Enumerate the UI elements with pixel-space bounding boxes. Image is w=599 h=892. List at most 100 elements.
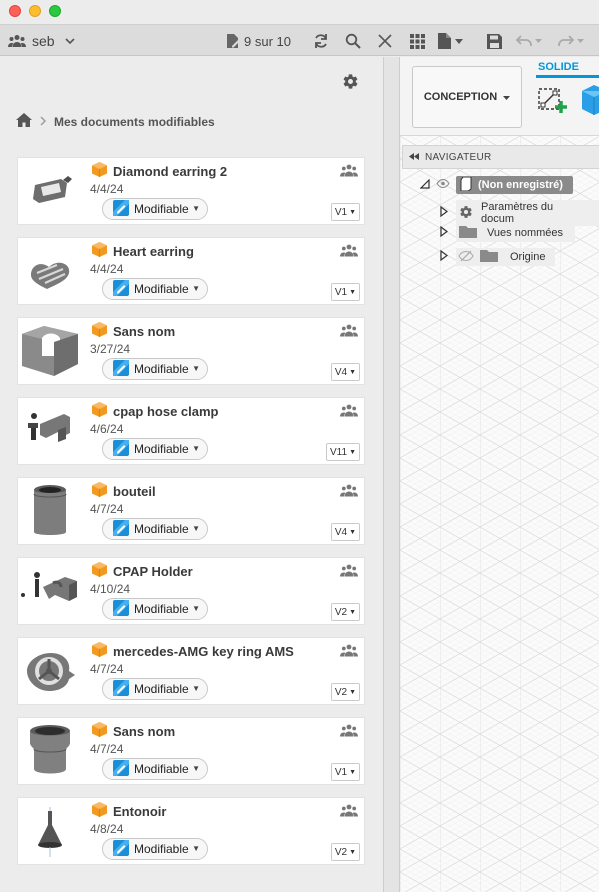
panel-splitter[interactable] — [383, 57, 400, 892]
version-dropdown[interactable]: V11 ▼ — [326, 443, 360, 461]
navigator-item-named-views[interactable]: Vues nommées — [440, 224, 576, 242]
status-dropdown[interactable]: Modifiable ▼ — [102, 358, 208, 380]
document-thumbnail[interactable] — [18, 158, 82, 224]
document-title[interactable]: bouteil — [113, 484, 156, 499]
document-title[interactable]: Sans nom — [113, 324, 175, 339]
chevron-down-icon: ▼ — [349, 608, 356, 616]
close-window-button[interactable] — [9, 5, 21, 17]
status-dropdown[interactable]: Modifiable ▼ — [102, 678, 208, 700]
tab-solide[interactable]: SOLIDE — [538, 61, 579, 73]
version-dropdown[interactable]: V1 ▼ — [330, 763, 360, 781]
document-title-row[interactable]: Entonoir — [92, 802, 166, 820]
document-title-row[interactable]: Diamond earring 2 — [92, 162, 227, 180]
chevron-down-icon: ▼ — [192, 844, 200, 853]
document-title[interactable]: Heart earring — [113, 244, 194, 259]
document-date: 4/10/24 — [90, 582, 131, 596]
grid-view-button[interactable] — [406, 25, 428, 57]
version-dropdown[interactable]: V1 ▼ — [330, 203, 360, 221]
refresh-button[interactable] — [310, 25, 332, 57]
document-card[interactable]: mercedes-AMG key ring AMS 4/7/24 Modifiabl… — [17, 637, 365, 705]
document-title-row[interactable]: bouteil — [92, 482, 156, 500]
version-dropdown[interactable]: V2 ▼ — [330, 843, 360, 861]
expand-triangle-icon[interactable] — [440, 225, 448, 240]
status-dropdown[interactable]: Modifiable ▼ — [102, 838, 208, 860]
document-card[interactable]: Sans nom 3/27/24 Modifiable ▼ V4 ▼ — [17, 317, 365, 385]
create-sketch-button[interactable] — [537, 83, 569, 120]
team-icon[interactable] — [340, 404, 358, 422]
document-date: 4/7/24 — [90, 662, 124, 676]
team-icon[interactable] — [340, 164, 358, 182]
document-title-row[interactable]: mercedes-AMG key ring AMS — [92, 642, 294, 660]
status-dropdown[interactable]: Modifiable ▼ — [102, 278, 208, 300]
create-box-button[interactable] — [580, 83, 599, 122]
document-title[interactable]: Diamond earring 2 — [113, 164, 227, 179]
version-dropdown[interactable]: V2 ▼ — [330, 603, 360, 621]
redo-button[interactable] — [558, 25, 584, 57]
team-icon[interactable] — [340, 324, 358, 342]
document-thumbnail[interactable] — [18, 478, 82, 544]
document-title[interactable]: Sans nom — [113, 724, 175, 739]
settings-button[interactable] — [342, 73, 359, 95]
zoom-window-button[interactable] — [49, 5, 61, 17]
navigator-item-parameters[interactable]: Paramètres du docum — [440, 200, 599, 226]
version-dropdown[interactable]: V4 ▼ — [330, 523, 360, 541]
collapse-icon[interactable] — [409, 152, 419, 163]
visibility-eye-icon[interactable] — [436, 178, 450, 191]
document-counter[interactable]: 9 sur 10 — [226, 25, 291, 57]
team-icon[interactable] — [340, 244, 358, 262]
expand-triangle-icon[interactable] — [440, 205, 448, 220]
document-card[interactable]: Entonoir 4/8/24 Modifiable ▼ V2 ▼ — [17, 797, 365, 865]
document-title-row[interactable]: CPAP Holder — [92, 562, 193, 580]
version-dropdown[interactable]: V2 ▼ — [330, 683, 360, 701]
minimize-window-button[interactable] — [29, 5, 41, 17]
version-dropdown[interactable]: V4 ▼ — [330, 363, 360, 381]
navigator-item-origin[interactable]: Origine — [440, 248, 556, 266]
team-icon[interactable] — [340, 804, 358, 822]
search-button[interactable] — [342, 25, 364, 57]
status-dropdown[interactable]: Modifiable ▼ — [102, 438, 208, 460]
document-thumbnail[interactable] — [18, 318, 82, 384]
root-component-chip[interactable]: (Non enregistré) — [456, 176, 573, 194]
team-icon[interactable] — [340, 564, 358, 582]
navigator-header[interactable]: NAVIGATEUR — [402, 145, 599, 169]
status-dropdown[interactable]: Modifiable ▼ — [102, 758, 208, 780]
workspace-switcher[interactable]: CONCEPTION — [412, 66, 522, 128]
document-card[interactable]: Diamond earring 2 4/4/24 Modifiable ▼ V1 ▼ — [17, 157, 365, 225]
document-thumbnail[interactable] — [18, 398, 82, 464]
document-title-row[interactable]: Sans nom — [92, 722, 175, 740]
document-title[interactable]: CPAP Holder — [113, 564, 193, 579]
document-card[interactable]: Heart earring 4/4/24 Modifiable ▼ V1 ▼ — [17, 237, 365, 305]
document-card[interactable]: Sans nom 4/7/24 Modifiable ▼ V1 ▼ — [17, 717, 365, 785]
team-icon[interactable] — [340, 484, 358, 502]
document-card[interactable]: bouteil 4/7/24 Modifiable ▼ V4 ▼ — [17, 477, 365, 545]
document-title[interactable]: mercedes-AMG key ring AMS — [113, 644, 294, 659]
document-title-row[interactable]: cpap hose clamp — [92, 402, 218, 420]
document-card[interactable]: cpap hose clamp 4/6/24 Modifiable ▼ V11 ▼ — [17, 397, 365, 465]
file-menu-button[interactable] — [438, 25, 463, 57]
status-dropdown[interactable]: Modifiable ▼ — [102, 518, 208, 540]
close-button[interactable] — [374, 25, 396, 57]
document-title-row[interactable]: Sans nom — [92, 322, 175, 340]
document-card[interactable]: CPAP Holder 4/10/24 Modifiable ▼ V2 ▼ — [17, 557, 365, 625]
undo-button[interactable] — [516, 25, 542, 57]
team-icon[interactable] — [340, 644, 358, 662]
document-thumbnail[interactable] — [18, 718, 82, 784]
version-dropdown[interactable]: V1 ▼ — [330, 283, 360, 301]
collapse-triangle-icon[interactable] — [419, 178, 430, 192]
status-dropdown[interactable]: Modifiable ▼ — [102, 598, 208, 620]
visibility-off-icon[interactable] — [458, 250, 474, 265]
save-button[interactable] — [484, 25, 504, 57]
document-thumbnail[interactable] — [18, 638, 82, 704]
document-thumbnail[interactable] — [18, 798, 82, 864]
navigator-root[interactable]: (Non enregistré) — [419, 176, 573, 194]
document-title[interactable]: Entonoir — [113, 804, 166, 819]
home-icon[interactable] — [16, 113, 32, 130]
user-menu[interactable]: seb — [8, 25, 75, 57]
document-thumbnail[interactable] — [18, 238, 82, 304]
team-icon[interactable] — [340, 724, 358, 742]
expand-triangle-icon[interactable] — [440, 249, 448, 264]
status-dropdown[interactable]: Modifiable ▼ — [102, 198, 208, 220]
document-thumbnail[interactable] — [18, 558, 82, 624]
document-title-row[interactable]: Heart earring — [92, 242, 194, 260]
document-title[interactable]: cpap hose clamp — [113, 404, 218, 419]
